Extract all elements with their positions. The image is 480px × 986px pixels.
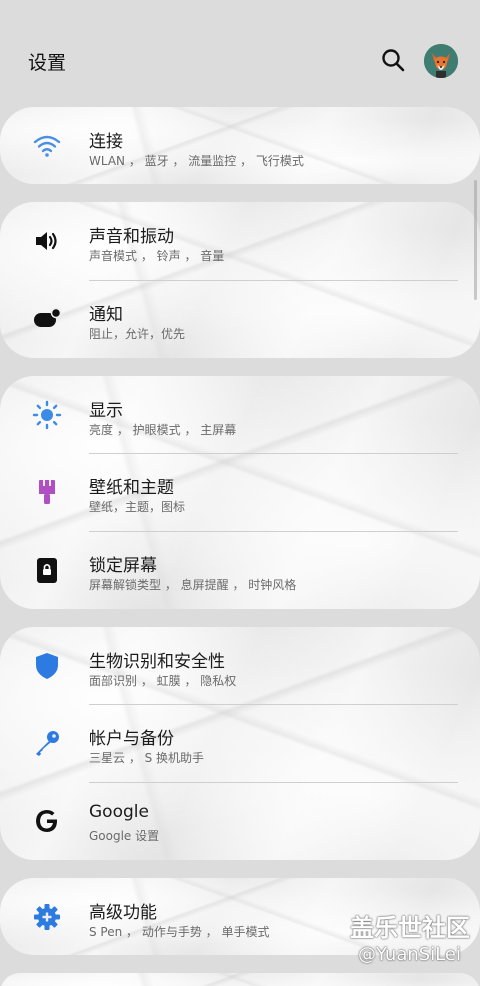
settings-item-connections[interactable]: 连接 WLAN ， 蓝牙 ， 流量监控 ， 飞行模式 — [0, 107, 480, 184]
item-title: 壁纸和主题 — [89, 478, 174, 498]
search-icon — [382, 49, 405, 72]
item-subtitle: 阻止，允许，优先 — [89, 327, 186, 341]
item-subtitle: 壁纸，主题，图标 — [89, 500, 186, 514]
brush-icon — [32, 477, 62, 507]
settings-item-accounts[interactable]: 帐户与备份 三星云 ， S 换机助手 — [0, 704, 480, 782]
settings-item-display[interactable]: 显示 亮度 ， 护眼模式 ， 主屏幕 — [0, 376, 480, 454]
header: 设置 — [0, 0, 480, 100]
settings-group-next — [0, 973, 480, 986]
shield-icon — [32, 651, 62, 681]
settings-item-sound[interactable]: 声音和振动 声音模式 ， 铃声 ， 音量 — [0, 202, 480, 280]
item-title: 高级功能 — [89, 903, 157, 923]
settings-item-biometrics[interactable]: 生物识别和安全性 面部识别 ， 虹膜 ， 隐私权 — [0, 627, 480, 705]
wifi-icon — [32, 131, 62, 161]
gear-plus-icon — [32, 902, 62, 932]
settings-group-security: 生物识别和安全性 面部识别 ， 虹膜 ， 隐私权 帐户与备份 三星云 ， S 换… — [0, 627, 480, 860]
item-title: Google — [89, 802, 149, 822]
item-subtitle: 三星云 ， S 换机助手 — [89, 751, 205, 765]
item-subtitle: 屏幕解锁类型 ， 息屏提醒 ， 时钟风格 — [89, 578, 297, 592]
item-subtitle: Google 设置 — [89, 829, 160, 843]
settings-item-google[interactable]: Google Google 设置 — [0, 782, 480, 860]
item-title: 通知 — [89, 305, 123, 325]
fox-avatar-icon — [424, 44, 458, 78]
item-title: 帐户与备份 — [89, 729, 174, 749]
settings-item-notifications[interactable]: 通知 阻止，允许，优先 — [0, 280, 480, 358]
watermark-handle: @YuanSiLei — [358, 944, 461, 965]
item-title: 连接 — [89, 132, 123, 152]
lock-icon — [32, 555, 62, 585]
key-icon — [32, 728, 62, 758]
item-subtitle: 亮度 ， 护眼模式 ， 主屏幕 — [89, 423, 237, 437]
search-button[interactable] — [380, 47, 406, 73]
settings-group-display: 显示 亮度 ， 护眼模式 ， 主屏幕 壁纸和主题 壁纸，主题，图标 锁定屏幕 屏… — [0, 376, 480, 609]
avatar[interactable] — [424, 44, 458, 78]
settings-item-lockscreen[interactable]: 锁定屏幕 屏幕解锁类型 ， 息屏提醒 ， 时钟风格 — [0, 531, 480, 609]
watermark-text: 盖乐世社区 — [350, 914, 470, 942]
item-title: 锁定屏幕 — [89, 556, 157, 576]
item-title: 显示 — [89, 401, 123, 421]
page-title: 设置 — [28, 52, 67, 74]
item-subtitle: WLAN ， 蓝牙 ， 流量监控 ， 飞行模式 — [89, 154, 304, 168]
settings-group-connections: 连接 WLAN ， 蓝牙 ， 流量监控 ， 飞行模式 — [0, 107, 480, 184]
scrollbar[interactable] — [474, 180, 477, 300]
settings-group-sound: 声音和振动 声音模式 ， 铃声 ， 音量 通知 阻止，允许，优先 — [0, 202, 480, 358]
item-subtitle: 声音模式 ， 铃声 ， 音量 — [89, 249, 225, 263]
settings-item-wallpaper[interactable]: 壁纸和主题 壁纸，主题，图标 — [0, 453, 480, 531]
google-icon — [32, 806, 62, 836]
item-subtitle: S Pen ， 动作与手势 ， 单手模式 — [89, 925, 270, 939]
speaker-icon — [32, 226, 62, 256]
notification-icon — [32, 304, 62, 334]
item-title: 生物识别和安全性 — [89, 652, 225, 672]
item-subtitle: 面部识别 ， 虹膜 ， 隐私权 — [89, 674, 237, 688]
item-title: 声音和振动 — [89, 227, 174, 247]
brightness-icon — [32, 400, 62, 430]
